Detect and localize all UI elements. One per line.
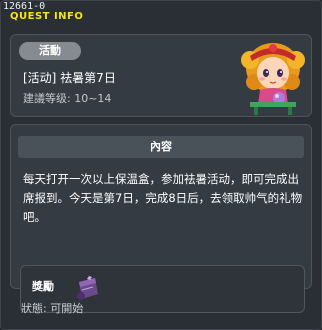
quest-info-window: 12661-0 QUEST INFO 活動 [活动] 祛暑第7日 建議等级: 1…: [0, 0, 322, 330]
quest-title: [活动] 祛暑第7日: [23, 71, 116, 85]
status-value: 可開始: [50, 302, 84, 315]
quest-status: 狀態: 可開始: [21, 302, 83, 316]
quest-level-requirement: 建議等级: 10~14: [23, 92, 112, 105]
status-label: 狀態:: [21, 302, 47, 315]
content-section-header: 內容: [18, 136, 304, 158]
title-bar[interactable]: 12661-0 QUEST INFO: [1, 1, 321, 25]
quest-content-panel: 內容 每天打开一次以上保温盒，参加祛暑活动，即可完成出席报到。今天是第7日，完成…: [10, 124, 312, 313]
window-title: QUEST INFO: [10, 11, 84, 22]
category-badge: 活動: [19, 42, 81, 60]
npc-portrait-icon: [241, 43, 305, 115]
scroll-item-icon[interactable]: [73, 274, 103, 304]
quest-description: 每天打开一次以上保温盒，参加祛暑活动，即可完成出席报到。今天是第7日，完成8日后…: [23, 172, 303, 224]
reward-label: 獎勵: [32, 280, 54, 293]
quest-summary-panel: 活動 [活动] 祛暑第7日 建議等级: 10~14: [10, 34, 312, 117]
